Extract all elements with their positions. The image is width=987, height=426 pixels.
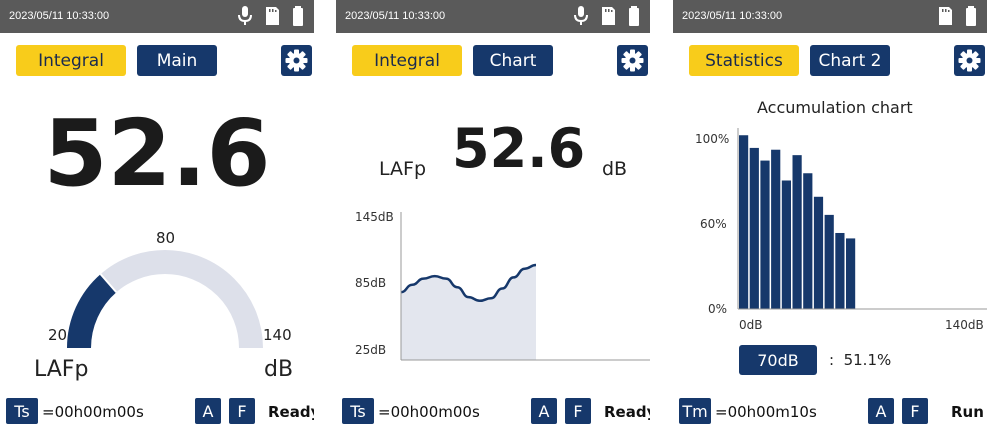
accumulation-bar	[846, 238, 856, 309]
settings-button[interactable]	[617, 45, 648, 76]
x-tick-label: 140dB	[945, 318, 984, 332]
measurement-state: Ready	[268, 403, 314, 421]
integral-tab[interactable]: Integral	[352, 45, 462, 76]
level-history-chart	[400, 212, 650, 361]
measurement-state: Ready	[604, 403, 650, 421]
integral-tab[interactable]: Integral	[16, 45, 126, 76]
sd-card-icon	[266, 7, 279, 25]
screen-statistics-chart2: 2023/05/11 10:33:00 Statistics Chart 2 A…	[673, 0, 987, 426]
accumulation-bar	[749, 147, 759, 309]
y-tick-label: 85dB	[355, 276, 387, 290]
accumulation-bar	[760, 160, 770, 309]
bar-group	[739, 135, 856, 309]
gauge-track	[67, 250, 263, 349]
accumulation-bar	[781, 180, 791, 309]
sd-card-icon	[939, 7, 952, 25]
chart-tab[interactable]: Chart	[473, 45, 553, 76]
accumulation-bar	[835, 232, 845, 309]
accumulation-result: : 51.1%	[829, 351, 892, 369]
screen-integral-chart: 2023/05/11 10:33:00 Integral Chart LAFp …	[336, 0, 650, 426]
a-weighting-button[interactable]: A	[531, 398, 557, 424]
unit-label: dB	[602, 158, 628, 180]
accumulation-bar	[792, 155, 802, 309]
fast-button[interactable]: F	[902, 398, 928, 424]
timestamp: 2023/05/11 10:33:00	[9, 10, 110, 22]
bottom-bar: Ts =00h00m00s A F Ready	[336, 398, 650, 426]
battery-icon	[966, 6, 976, 26]
y-tick-label: 25dB	[355, 343, 387, 357]
settings-button[interactable]	[281, 45, 312, 76]
accumulation-bar	[771, 149, 781, 309]
y-tick-label: 60%	[700, 217, 727, 231]
gear-icon	[621, 49, 644, 72]
accumulation-bar	[803, 173, 813, 309]
microphone-icon	[238, 6, 252, 25]
a-weighting-button[interactable]: A	[195, 398, 221, 424]
unit-label: dB	[264, 357, 294, 382]
quantity-label: LAFp	[34, 357, 89, 382]
status-bar: 2023/05/11 10:33:00	[336, 0, 650, 33]
main-tab[interactable]: Main	[137, 45, 217, 76]
gauge-min-label: 20	[48, 326, 68, 344]
y-tick-label: 100%	[695, 132, 730, 146]
settings-button[interactable]	[954, 45, 985, 76]
accumulation-bar	[824, 214, 834, 309]
bottom-bar: Ts =00h00m00s A F Ready	[0, 398, 314, 426]
chart-2-tab[interactable]: Chart 2	[810, 45, 890, 76]
measurement-state: Run	[951, 403, 984, 421]
gear-icon	[285, 49, 308, 72]
time-badge: Ts	[342, 398, 374, 424]
y-tick-label: 145dB	[355, 210, 394, 224]
status-bar: 2023/05/11 10:33:00	[0, 0, 314, 33]
fast-button[interactable]: F	[229, 398, 255, 424]
accumulation-bar	[813, 196, 824, 309]
bottom-bar: Tm =00h00m10s A F Run	[673, 398, 987, 426]
chart-title: Accumulation chart	[757, 98, 913, 117]
elapsed-time: =00h00m00s	[378, 403, 480, 421]
gauge-max-label: 140	[263, 326, 292, 344]
a-weighting-button[interactable]: A	[868, 398, 894, 424]
x-tick-label: 0dB	[739, 318, 763, 332]
gauge-fill	[67, 274, 117, 349]
level-value: 52.6	[452, 117, 586, 180]
time-badge: Ts	[6, 398, 38, 424]
gauge-mid-label: 80	[156, 229, 176, 247]
battery-icon	[629, 6, 639, 26]
elapsed-time: =00h00m10s	[715, 403, 817, 421]
screen-integral-main: 2023/05/11 10:33:00 Integral Main 52.6 8…	[0, 0, 314, 426]
level-value: 52.6	[43, 100, 271, 207]
y-tick-label: 0%	[708, 302, 728, 316]
accumulation-chart	[737, 128, 987, 310]
timestamp: 2023/05/11 10:33:00	[682, 10, 783, 22]
level-threshold-button[interactable]: 70dB	[739, 345, 817, 375]
quantity-label: LAFp	[379, 158, 427, 180]
level-gauge	[67, 250, 263, 349]
status-bar: 2023/05/11 10:33:00	[673, 0, 987, 33]
timestamp: 2023/05/11 10:33:00	[345, 10, 446, 22]
statistics-tab[interactable]: Statistics	[689, 45, 799, 76]
sd-card-icon	[602, 7, 615, 25]
elapsed-time: =00h00m00s	[42, 403, 144, 421]
time-badge: Tm	[679, 398, 711, 424]
microphone-icon	[574, 6, 588, 25]
gear-icon	[958, 49, 981, 72]
fast-button[interactable]: F	[565, 398, 591, 424]
accumulation-bar	[739, 135, 749, 309]
battery-icon	[293, 6, 303, 26]
